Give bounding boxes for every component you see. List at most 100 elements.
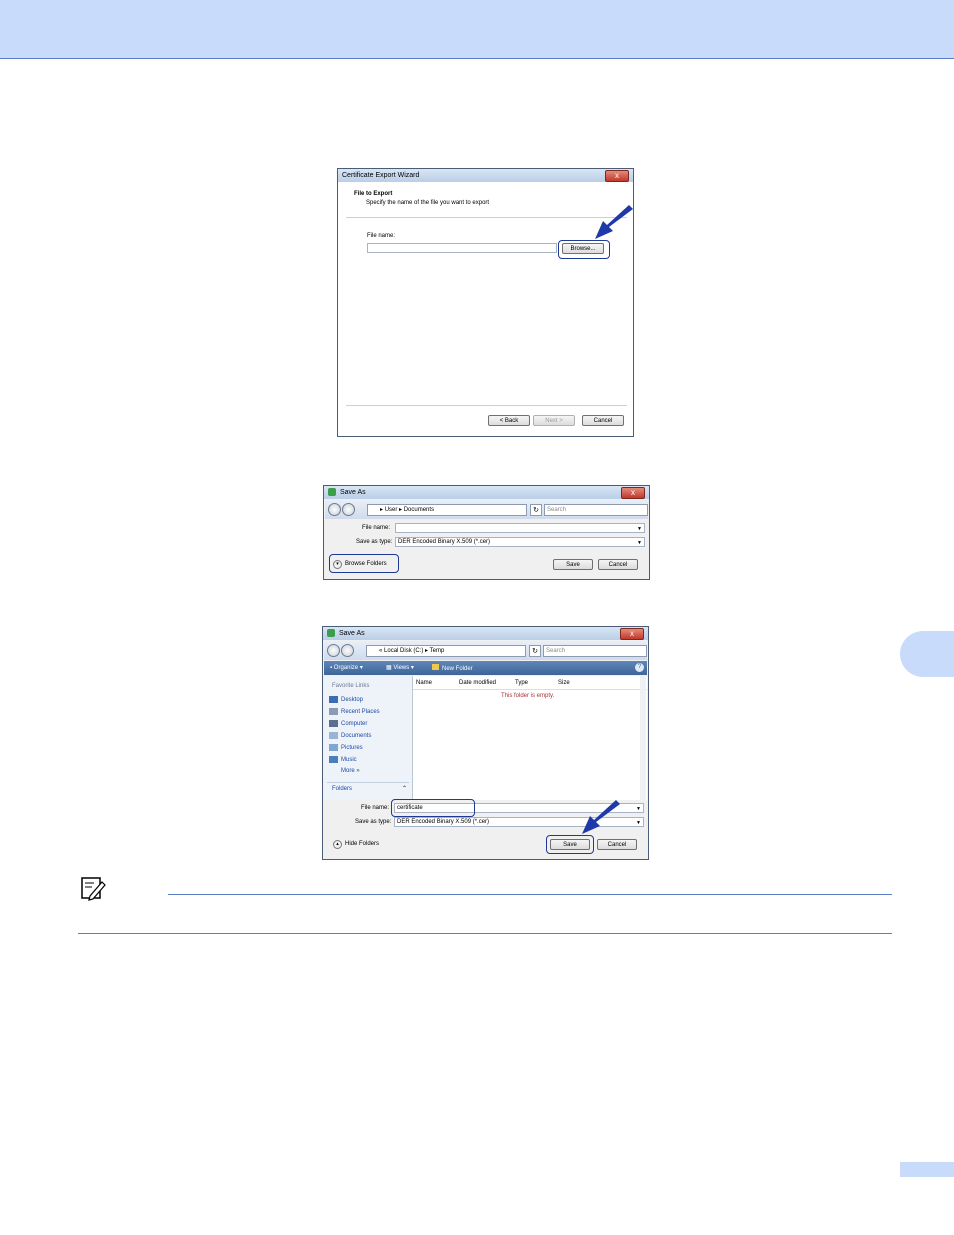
close-icon[interactable]: x: [605, 170, 629, 182]
link-pictures-label: Pictures: [341, 745, 363, 752]
views-menu[interactable]: ▦ Views ▾: [386, 664, 414, 671]
link-desktop-label: Desktop: [341, 697, 364, 704]
file-name-highlight: [391, 799, 475, 817]
pane-divider: [327, 782, 409, 783]
saveas1-file-name-label: File name:: [362, 525, 391, 531]
recent-places-icon: [329, 708, 338, 715]
back-nav-icon[interactable]: [328, 503, 341, 516]
certificate-export-wizard: Certificate Export Wizard x File to Expo…: [337, 168, 634, 437]
saveas1-title: Save As: [339, 489, 366, 496]
breadcrumb-local-disk[interactable]: Local Disk (C:): [384, 648, 423, 654]
wizard-titlebar: Certificate Export Wizard: [338, 169, 633, 182]
pictures-icon: [329, 744, 338, 751]
desktop-icon: [329, 696, 338, 703]
save-button[interactable]: Save: [553, 559, 593, 570]
save-as-dialog-collapsed: Save As x ▸ User ▸ Documents ↻ Search Fi…: [323, 485, 650, 580]
folders-toggle[interactable]: Folders: [332, 786, 352, 792]
close-icon[interactable]: x: [621, 487, 645, 499]
column-header-row: Name Date modified Type Size: [413, 679, 647, 690]
wizard-section-title: File to Export: [354, 191, 393, 197]
chevron-up-icon[interactable]: ⌃: [402, 785, 407, 792]
organize-menu[interactable]: ▪ Organize ▾: [330, 664, 363, 671]
back-button[interactable]: < Back: [488, 415, 530, 426]
link-pictures[interactable]: Pictures: [329, 744, 363, 751]
cancel-button[interactable]: Cancel: [597, 839, 637, 850]
saveas1-search-input[interactable]: Search: [544, 504, 648, 516]
saveas1-save-type-select[interactable]: DER Encoded Binary X.509 (*.cer): [395, 537, 645, 547]
file-list-pane: Name Date modified Type Size This folder…: [413, 676, 647, 800]
forward-nav-icon[interactable]: [341, 644, 354, 657]
breadcrumb-overflow-icon[interactable]: «: [379, 648, 382, 654]
music-icon: [329, 756, 338, 763]
navigation-pane: Favorite Links Desktop Recent Places Com…: [324, 676, 413, 800]
double-chevron-icon: »: [356, 768, 360, 774]
saveas1-titlebar: Save As: [324, 486, 649, 499]
breadcrumb-user[interactable]: User: [385, 507, 398, 513]
wizard-divider: [346, 217, 627, 218]
browse-folders-highlight: [329, 554, 399, 573]
link-computer-label: Computer: [341, 721, 368, 728]
wizard-section-desc: Specify the name of the file you want to…: [366, 200, 490, 206]
link-music[interactable]: Music: [329, 756, 357, 763]
forward-nav-icon[interactable]: [342, 503, 355, 516]
documents-icon: [329, 732, 338, 739]
wizard-title: Certificate Export Wizard: [342, 172, 420, 179]
cancel-button[interactable]: Cancel: [598, 559, 638, 570]
note-pencil-icon: [81, 877, 106, 901]
more-label: More: [341, 768, 355, 774]
more-links[interactable]: More »: [341, 768, 360, 774]
chapter-tab: [900, 631, 954, 677]
note-rule-bottom: [78, 933, 892, 934]
breadcrumb-documents[interactable]: Documents: [404, 507, 434, 513]
scrollbar[interactable]: [640, 676, 646, 800]
wizard-bottom-divider: [346, 405, 627, 406]
link-recent-label: Recent Places: [341, 709, 380, 716]
wizard-file-name-input[interactable]: [367, 243, 557, 253]
saveas1-save-type-label: Save as type:: [356, 539, 393, 545]
new-folder-label: New Folder: [442, 666, 473, 672]
column-type[interactable]: Type: [515, 680, 528, 686]
link-documents[interactable]: Documents: [329, 732, 371, 739]
saveas2-file-name-label: File name:: [361, 805, 390, 811]
hide-folders-label: Hide Folders: [345, 841, 380, 847]
saveas2-search-input[interactable]: Search: [543, 645, 647, 657]
saveas2-address-bar[interactable]: « Local Disk (C:) ▸ Temp: [366, 645, 526, 657]
column-name[interactable]: Name: [416, 680, 432, 686]
folder-icon: [432, 664, 439, 670]
link-desktop[interactable]: Desktop: [329, 696, 363, 703]
saveas2-title: Save As: [338, 630, 365, 637]
cancel-button[interactable]: Cancel: [582, 415, 624, 426]
help-icon[interactable]: ?: [635, 663, 644, 672]
saveas1-file-name-input[interactable]: [395, 523, 645, 533]
pointer-arrow-icon: [582, 800, 620, 834]
new-folder-button[interactable]: New Folder: [432, 664, 473, 672]
note-rule-top: [168, 894, 892, 895]
link-recent-places[interactable]: Recent Places: [329, 708, 380, 715]
save-as-icon: [327, 629, 335, 638]
wizard-file-name-label: File name:: [367, 233, 396, 239]
refresh-icon[interactable]: ↻: [530, 504, 542, 516]
next-button[interactable]: Next >: [533, 415, 575, 426]
link-documents-label: Documents: [341, 733, 372, 740]
link-music-label: Music: [341, 757, 357, 764]
organize-label: Organize: [333, 665, 359, 671]
refresh-icon[interactable]: ↻: [529, 645, 541, 657]
back-nav-icon[interactable]: [327, 644, 340, 657]
saveas2-titlebar: Save As: [323, 627, 648, 640]
page-number-tab: [900, 1162, 954, 1177]
close-icon[interactable]: x: [620, 628, 644, 640]
views-label: Views: [393, 665, 410, 671]
column-size[interactable]: Size: [558, 680, 570, 686]
hide-folders-toggle[interactable]: ▴ Hide Folders: [333, 840, 379, 849]
empty-folder-message: This folder is empty.: [501, 693, 555, 699]
saveas1-navbar: ▸ User ▸ Documents ↻ Search: [325, 500, 648, 519]
computer-icon: [329, 720, 338, 727]
header-band: [0, 0, 954, 59]
column-date-modified[interactable]: Date modified: [459, 680, 496, 686]
pointer-arrow-icon: [595, 205, 633, 239]
breadcrumb-temp[interactable]: Temp: [430, 648, 445, 654]
favorite-links-heading: Favorite Links: [332, 683, 370, 689]
collapse-icon: ▴: [333, 840, 342, 849]
link-computer[interactable]: Computer: [329, 720, 367, 727]
saveas1-address-bar[interactable]: ▸ User ▸ Documents: [367, 504, 527, 516]
